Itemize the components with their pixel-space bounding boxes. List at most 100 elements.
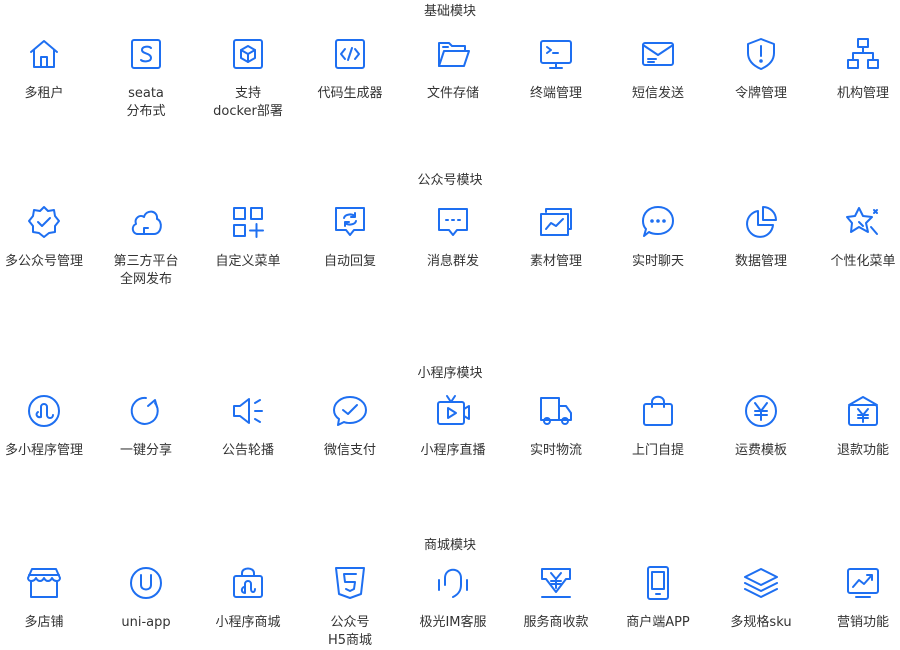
feature-label: 支持 docker部署 [213, 86, 283, 119]
feature-label: 上门自提 [631, 443, 684, 458]
chat-bubble-icon [642, 206, 674, 237]
gallery-chart-icon [540, 208, 572, 236]
feature-label: 消息群发 [426, 254, 479, 269]
feature-label: 自定义菜单 [215, 254, 281, 269]
mini-program-icon [28, 395, 60, 427]
live-tv-icon [437, 395, 470, 425]
feature-item: 个性化菜单 [812, 204, 900, 271]
feature-label: 多店铺 [24, 615, 64, 630]
feature-label: 极光IM客服 [419, 615, 487, 630]
grid-add-icon [233, 207, 264, 238]
truck-icon [540, 397, 572, 425]
feature-item: 多公众号管理 [0, 204, 95, 271]
feature-label: 机构管理 [836, 86, 889, 101]
feature-label: uni-app [121, 615, 171, 630]
feature-item: 支持 docker部署 [197, 36, 299, 121]
feature-label: 微信支付 [323, 443, 376, 458]
section-title-mini-program: 小程序模块 [417, 366, 483, 381]
feature-label: 退款功能 [836, 443, 889, 458]
feature-item: 实时物流 [505, 393, 607, 460]
star-sparkle-icon [846, 207, 878, 235]
feature-item: uni-app [95, 565, 197, 632]
mini-mall-icon [233, 567, 263, 598]
feature-item: 终端管理 [505, 36, 607, 103]
section-title-official-account: 公众号模块 [417, 173, 483, 188]
yuan-download-icon [541, 568, 571, 598]
wechat-pay-icon [333, 396, 367, 426]
feature-label: 多公众号管理 [4, 254, 83, 269]
feature-item: 营销功能 [812, 565, 900, 632]
feature-label: 小程序直播 [420, 443, 486, 458]
section-title-mall: 商城模块 [423, 538, 476, 553]
share-refresh-icon [130, 396, 159, 425]
feature-item: 公众号 H5商城 [299, 565, 401, 650]
seata-s-icon [131, 39, 161, 69]
feature-label: 运费模板 [734, 443, 787, 458]
shield-alert-icon [747, 38, 775, 70]
feature-label: 代码生成器 [317, 86, 383, 101]
trend-chart-icon [847, 568, 879, 598]
feature-item: 数据管理 [710, 204, 812, 271]
feature-item: 文件存储 [402, 36, 504, 103]
cloud-icon [131, 210, 162, 235]
feature-item: 实时聊天 [607, 204, 709, 271]
feature-label: 多规格sku [730, 615, 792, 630]
feature-item: 公告轮播 [197, 393, 299, 460]
refund-icon [848, 396, 878, 426]
folder-icon [438, 42, 470, 67]
feature-item: 素材管理 [505, 204, 607, 271]
feature-label: 短信发送 [631, 86, 684, 101]
verified-badge-icon [28, 206, 60, 238]
phone-icon [647, 566, 669, 600]
feature-item: 退款功能 [812, 393, 900, 460]
feature-item: 短信发送 [607, 36, 709, 103]
code-icon [335, 39, 365, 69]
layers-icon [744, 568, 778, 598]
feature-item: 代码生成器 [299, 36, 401, 103]
org-chart-icon [847, 38, 879, 69]
feature-label: 文件存储 [426, 86, 479, 101]
feature-label: 服务商收款 [523, 615, 589, 630]
feature-label: 多小程序管理 [4, 443, 83, 458]
feature-item: 令牌管理 [710, 36, 812, 103]
feature-label: 素材管理 [529, 254, 582, 269]
feature-item: 机构管理 [812, 36, 900, 103]
feature-item: 消息群发 [402, 204, 504, 271]
feature-item: 商户端APP [607, 565, 709, 632]
message-dots-icon [438, 208, 468, 236]
feature-item: 多小程序管理 [0, 393, 95, 460]
feature-item: 多店铺 [0, 565, 95, 632]
yuan-circle-icon [745, 395, 777, 427]
feature-item: 服务商收款 [505, 565, 607, 632]
feature-label: 第三方平台 全网发布 [113, 254, 179, 287]
feature-label: 多租户 [24, 86, 64, 101]
feature-label: 营销功能 [836, 615, 889, 630]
feature-item: 上门自提 [607, 393, 709, 460]
feature-label: 商户端APP [626, 615, 690, 630]
shopping-bag-icon [643, 395, 673, 426]
uni-app-icon [130, 567, 162, 599]
feature-label: seata 分布式 [126, 86, 166, 119]
feature-item: 多租户 [0, 36, 95, 103]
feature-item: 多规格sku [710, 565, 812, 632]
feature-item: 自定义菜单 [197, 204, 299, 271]
feature-item: 小程序直播 [402, 393, 504, 460]
pie-chart-icon [746, 206, 777, 238]
home-icon [30, 40, 58, 68]
speaker-icon [233, 398, 263, 424]
terminal-icon [540, 40, 572, 69]
section-title-basic: 基础模块 [423, 4, 476, 19]
feature-label: 数据管理 [734, 254, 787, 269]
feature-item: 微信支付 [299, 393, 401, 460]
sms-icon [642, 42, 674, 66]
feature-item: 极光IM客服 [402, 565, 504, 632]
feature-item: seata 分布式 [95, 36, 197, 121]
feature-item: 运费模板 [710, 393, 812, 460]
feature-label: 令牌管理 [734, 86, 787, 101]
feature-item: 第三方平台 全网发布 [95, 204, 197, 289]
feature-label: 实时聊天 [631, 254, 684, 269]
feature-label: 终端管理 [529, 86, 582, 101]
docker-box-icon [233, 39, 263, 69]
feature-label: 公众号 H5商城 [327, 615, 373, 648]
headset-icon [438, 568, 468, 598]
